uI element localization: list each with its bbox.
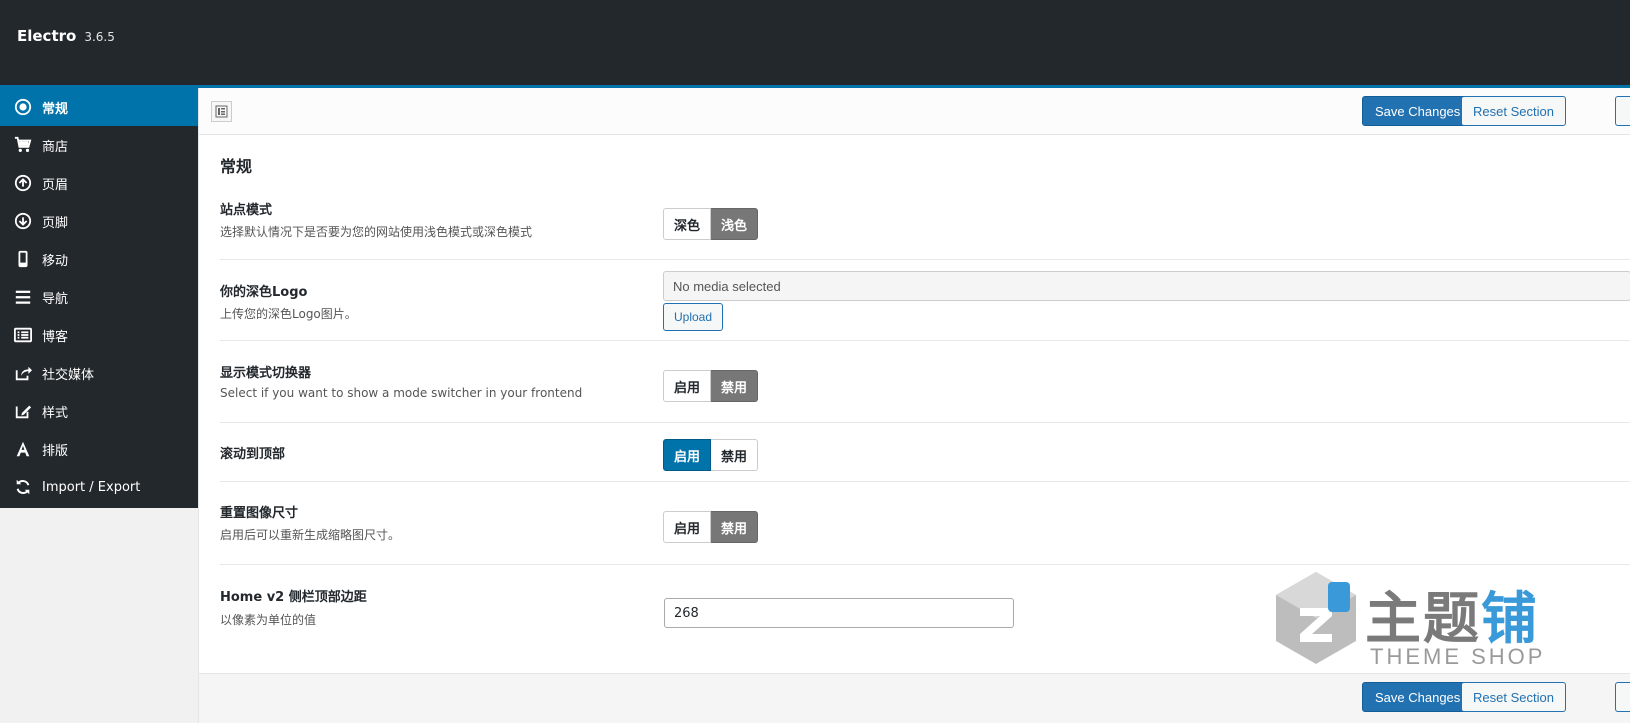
options-panel: Save Changes Reset Section 常规 站点模式 选择默认情… bbox=[198, 88, 1630, 723]
field-label: 站点模式 bbox=[220, 203, 273, 218]
field-label: 滚动到顶部 bbox=[220, 447, 286, 462]
option-enable[interactable]: 启用 bbox=[663, 370, 712, 402]
edit-icon bbox=[13, 401, 33, 421]
option-light[interactable]: 浅色 bbox=[711, 208, 759, 240]
sidebar-item-label: 排版 bbox=[42, 443, 69, 459]
sidebar-item-mobile[interactable]: 移动 bbox=[0, 240, 198, 278]
radio-circle-icon bbox=[13, 97, 33, 117]
margin-input[interactable]: 268 bbox=[664, 598, 1014, 628]
site-mode-toggle: 深色 浅色 bbox=[663, 208, 759, 240]
arrow-down-circle-icon bbox=[13, 211, 33, 231]
reset-all-button-bottom[interactable] bbox=[1615, 682, 1630, 712]
top-toolbar: Save Changes Reset Section bbox=[199, 88, 1630, 135]
save-changes-button-bottom[interactable]: Save Changes bbox=[1362, 682, 1474, 712]
list-icon bbox=[13, 325, 33, 345]
refresh-icon bbox=[13, 477, 33, 497]
sidebar-item-style[interactable]: 样式 bbox=[0, 392, 198, 430]
sidebar-item-label: 导航 bbox=[42, 291, 69, 307]
bottom-toolbar: Save Changes Reset Section bbox=[199, 673, 1630, 723]
reset-all-button[interactable] bbox=[1615, 96, 1630, 126]
sidebar-item-label: 商店 bbox=[42, 139, 69, 155]
sidebar-item-label: Import / Export bbox=[42, 479, 141, 495]
admin-header: Electro 3.6.5 bbox=[0, 0, 1630, 88]
field-site-mode: 站点模式 选择默认情况下是否要为您的网站使用浅色模式或深色模式 深色 浅色 bbox=[220, 185, 1630, 260]
option-disable[interactable]: 禁用 bbox=[711, 439, 759, 471]
arrow-up-circle-icon bbox=[13, 173, 33, 193]
field-home-v2-margin: Home v2 侧栏顶部边距 以像素为单位的值 268 bbox=[220, 565, 1630, 673]
sidebar-item-label: 样式 bbox=[42, 405, 69, 421]
save-changes-button[interactable]: Save Changes bbox=[1362, 96, 1474, 126]
sidebar-item-social[interactable]: 社交媒体 bbox=[0, 354, 198, 392]
brand: Electro 3.6.5 bbox=[17, 27, 115, 45]
sidebar-item-label: 社交媒体 bbox=[42, 367, 95, 383]
sidebar-item-shop[interactable]: 商店 bbox=[0, 126, 198, 164]
cart-icon bbox=[13, 135, 33, 155]
share-icon bbox=[13, 363, 33, 383]
sidebar-item-typography[interactable]: 排版 bbox=[0, 430, 198, 468]
field-regenerate-images: 重置图像尺寸 启用后可以重新生成缩略图尺寸。 启用 禁用 bbox=[220, 482, 1630, 565]
app-name: Electro bbox=[17, 27, 77, 45]
option-disable[interactable]: 禁用 bbox=[711, 511, 759, 543]
sidebar-item-label: 页眉 bbox=[42, 177, 69, 193]
option-dark[interactable]: 深色 bbox=[663, 208, 712, 240]
regenerate-images-toggle: 启用 禁用 bbox=[663, 511, 759, 543]
option-enable[interactable]: 启用 bbox=[663, 439, 712, 471]
field-description: 启用后可以重新生成缩略图尺寸。 bbox=[220, 528, 401, 542]
scroll-to-top-toggle: 启用 禁用 bbox=[663, 439, 759, 471]
option-enable[interactable]: 启用 bbox=[663, 511, 712, 543]
field-mode-switcher: 显示模式切换器 Select if you want to show a mod… bbox=[220, 341, 1630, 423]
field-label: Home v2 侧栏顶部边距 bbox=[220, 590, 367, 605]
reset-section-button[interactable]: Reset Section bbox=[1461, 96, 1566, 126]
upload-button[interactable]: Upload bbox=[663, 303, 724, 331]
media-url-field[interactable]: No media selected bbox=[663, 271, 1630, 301]
field-dark-logo: 你的深色Logo 上传您的深色Logo图片。 No media selected… bbox=[220, 260, 1630, 341]
font-icon bbox=[13, 439, 33, 459]
field-description: 以像素为单位的值 bbox=[220, 613, 317, 627]
field-scroll-to-top: 滚动到顶部 启用 禁用 bbox=[220, 423, 1630, 482]
mode-switcher-toggle: 启用 禁用 bbox=[663, 370, 759, 402]
sidebar-item-label: 移动 bbox=[42, 253, 69, 269]
field-description: 选择默认情况下是否要为您的网站使用浅色模式或深色模式 bbox=[220, 225, 533, 239]
sidebar-item-navigation[interactable]: 导航 bbox=[0, 278, 198, 316]
sidebar-item-import-export[interactable]: Import / Export bbox=[0, 468, 198, 506]
sidebar: 常规 商店 页眉 页脚 移动 导航 博客 社交媒体 样式 排版 Import /… bbox=[0, 88, 198, 508]
reset-section-button-bottom[interactable]: Reset Section bbox=[1461, 682, 1566, 712]
sidebar-item-label: 页脚 bbox=[42, 215, 69, 231]
field-label: 你的深色Logo bbox=[220, 285, 308, 300]
field-label: 重置图像尺寸 bbox=[220, 506, 299, 521]
sidebar-item-label: 博客 bbox=[42, 329, 69, 345]
sidebar-item-general[interactable]: 常规 bbox=[0, 88, 198, 126]
sidebar-item-footer[interactable]: 页脚 bbox=[0, 202, 198, 240]
field-label: 显示模式切换器 bbox=[220, 366, 312, 381]
expand-options-button[interactable] bbox=[211, 101, 232, 122]
mobile-icon bbox=[13, 249, 33, 269]
menu-icon bbox=[13, 287, 33, 307]
app-version: 3.6.5 bbox=[84, 30, 115, 44]
option-disable[interactable]: 禁用 bbox=[711, 370, 759, 402]
field-description: Select if you want to show a mode switch… bbox=[220, 386, 583, 400]
sidebar-item-header[interactable]: 页眉 bbox=[0, 164, 198, 202]
sidebar-item-blog[interactable]: 博客 bbox=[0, 316, 198, 354]
section-title: 常规 bbox=[220, 157, 253, 176]
field-description: 上传您的深色Logo图片。 bbox=[220, 307, 357, 321]
sidebar-item-label: 常规 bbox=[42, 101, 69, 117]
expand-icon bbox=[215, 105, 228, 118]
